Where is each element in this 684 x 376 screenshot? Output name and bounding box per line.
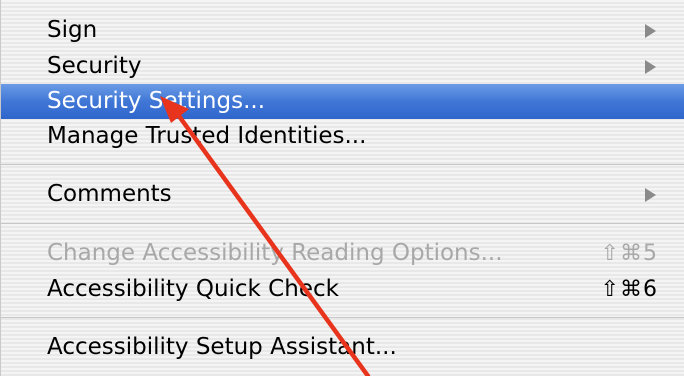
menu-item-comments[interactable]: Comments	[1, 176, 684, 213]
menu-item-accessibility-setup-assistant[interactable]: Accessibility Setup Assistant...	[1, 329, 684, 366]
dropdown-menu: Sign Security Security Settings... Manag…	[0, 0, 684, 376]
menu-item-manage-trusted-identities[interactable]: Manage Trusted Identities...	[1, 119, 684, 154]
menu-item-shortcut: ⇧⌘5	[600, 241, 658, 266]
menu-item-label: Accessibility Setup Assistant...	[47, 334, 397, 360]
menu-item-label: Security	[47, 53, 142, 79]
menu-item-change-accessibility-reading-options: Change Accessibility Reading Options... …	[1, 235, 684, 272]
submenu-arrow-icon	[645, 187, 656, 202]
menu-item-label: Accessibility Quick Check	[47, 276, 339, 302]
menu-item-label: Sign	[47, 17, 98, 43]
menu-item-security[interactable]: Security	[1, 49, 684, 84]
menu-item-label: Manage Trusted Identities...	[47, 123, 367, 149]
menu-separator	[1, 164, 684, 165]
menu-item-accessibility-quick-check[interactable]: Accessibility Quick Check ⇧⌘6	[1, 272, 684, 307]
submenu-arrow-icon	[645, 23, 656, 38]
menu-item-sign[interactable]: Sign	[1, 12, 684, 49]
menu-separator	[1, 317, 684, 318]
menu-item-security-settings[interactable]: Security Settings...	[1, 84, 684, 119]
menu-separator	[1, 223, 684, 224]
menu-item-label: Comments	[47, 181, 172, 207]
menu-item-shortcut: ⇧⌘6	[600, 277, 658, 302]
menu-item-label: Security Settings...	[47, 88, 266, 114]
menu-item-label: Change Accessibility Reading Options...	[47, 240, 503, 266]
submenu-arrow-icon	[645, 59, 656, 74]
